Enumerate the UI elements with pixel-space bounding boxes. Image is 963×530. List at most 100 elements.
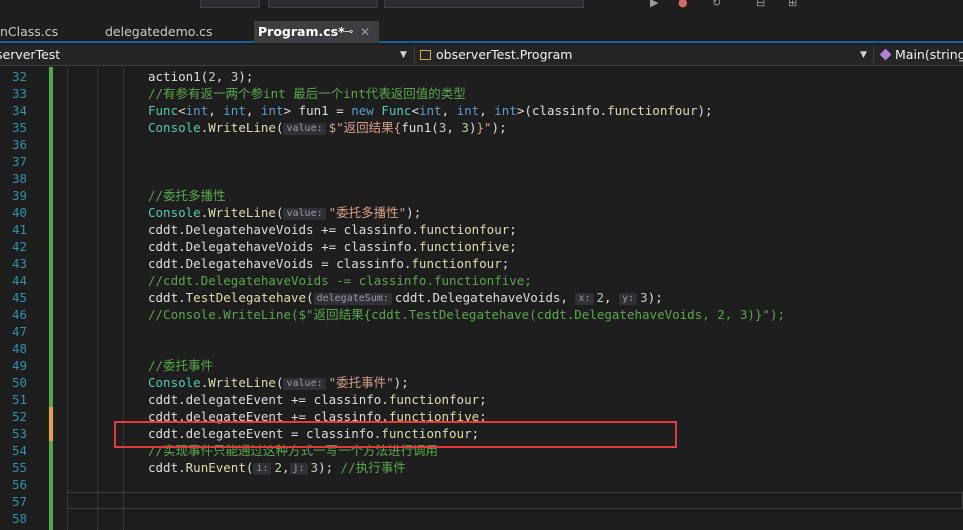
class-name: observerTest.Program [436, 47, 573, 62]
line-number: 52 [11, 409, 27, 424]
code-token: ( [306, 290, 314, 305]
tab-label: nClass.cs [0, 24, 59, 39]
code-token: functionfour [607, 103, 698, 118]
parameter-hint: j: [289, 463, 308, 475]
code-line[interactable]: 32 action1(2, 3); [0, 68, 963, 85]
close-icon[interactable]: ✕ [360, 21, 370, 43]
code-token: new [351, 103, 374, 118]
code-line[interactable]: 49 //委托事件 [0, 357, 963, 374]
code-token: }" [476, 120, 492, 135]
code-token: //有参有返一两个参int 最后一个int代表返回值的类型 [148, 86, 466, 101]
line-number: 51 [11, 392, 27, 407]
chevron-down-icon[interactable]: ▼ [860, 45, 867, 65]
toolbar-dropdown[interactable] [200, 0, 260, 8]
code-token: , [245, 103, 261, 118]
tab-program[interactable]: Program.cs* ⊸ ✕ [254, 21, 379, 43]
code-line[interactable]: 55 cddt.RunEvent(i: 2, j: 3); //执行事件 [0, 459, 963, 476]
code-token: cddt.DelegatehaveVoids += classinfo. [148, 222, 419, 237]
code-text: Console.WriteLine(value: "委托多播性"); [148, 204, 421, 221]
project-dropdown[interactable]: serverTest [0, 45, 406, 65]
nav-divider [414, 47, 415, 63]
code-line[interactable]: 44 //cddt.DelegatehaveVoids -= classinfo.… [0, 272, 963, 289]
code-token: ; [479, 392, 487, 407]
code-line[interactable]: 41 cddt.DelegatehaveVoids += classinfo.fu… [0, 221, 963, 238]
code-editor[interactable]: 32 action1(2, 3); 33//有参有返一两个参int 最后一个int代… [0, 67, 963, 530]
code-token: ); [697, 103, 713, 118]
code-token: action1( [148, 69, 209, 84]
code-token: Func [148, 103, 179, 118]
pin-icon[interactable]: ⊸ [344, 21, 353, 43]
code-token: WriteLine [208, 375, 276, 390]
code-line[interactable]: 39 //委托多播性 [0, 187, 963, 204]
line-number: 50 [11, 375, 27, 390]
code-line[interactable]: 38 [0, 170, 963, 187]
tab-delegatedemo[interactable]: delegatedemo.cs [101, 21, 251, 43]
code-line[interactable]: 58 [0, 510, 963, 527]
tab-nclass[interactable]: nClass.cs [0, 21, 96, 43]
code-text: //Console.WriteLine($"返回结果{cddt.TestDele… [148, 306, 785, 323]
code-token: Console [148, 120, 201, 135]
start-icon[interactable]: ▶ [650, 0, 658, 9]
code-line[interactable]: 51 cddt.delegateEvent += classinfo.functi… [0, 391, 963, 408]
document-tab-bar: nClass.cs delegatedemo.cs Program.cs* ⊸ … [0, 21, 963, 43]
code-line[interactable]: 47 [0, 323, 963, 340]
code-token: $"返回结果{ [328, 120, 402, 135]
code-token: ); [406, 205, 422, 220]
code-token: cddt.DelegatehaveVoids += classinfo. [148, 239, 419, 254]
line-number: 39 [11, 188, 27, 203]
code-line[interactable]: 35 Console.WriteLine(value: $"返回结果{fun1(3,… [0, 119, 963, 136]
line-number: 32 [11, 69, 27, 84]
code-line[interactable]: 48 [0, 340, 963, 357]
code-token: //cddt.DelegatehaveVoids -= classinfo.fu… [148, 273, 532, 288]
code-token: , [281, 460, 290, 475]
code-line[interactable]: 37 [0, 153, 963, 170]
code-line[interactable]: 34 Func<int, int, int> fun1 = new Func<in… [0, 102, 963, 119]
toolbar-dropdown[interactable] [384, 0, 584, 8]
code-token: cddt.DelegatehaveVoids, [394, 290, 576, 305]
line-number: 57 [11, 494, 27, 509]
code-token: < [178, 103, 186, 118]
code-token: > fun1 = [283, 103, 352, 118]
code-token: Console [148, 375, 201, 390]
line-number: 54 [11, 443, 27, 458]
method-icon [879, 48, 892, 61]
stop-icon[interactable]: ● [678, 0, 688, 9]
code-line[interactable]: 42 cddt.DelegatehaveVoids += classinfo.fu… [0, 238, 963, 255]
code-token: , [208, 103, 224, 118]
refresh-icon[interactable]: ↻ [712, 0, 721, 9]
toolbar-icon[interactable]: ⊟ [756, 0, 765, 9]
line-number: 35 [11, 120, 27, 135]
code-line[interactable]: 46 //Console.WriteLine($"返回结果{cddt.TestDe… [0, 306, 963, 323]
line-number: 48 [11, 341, 27, 356]
code-line[interactable]: 36 [0, 136, 963, 153]
parameter-hint: value: [283, 123, 326, 135]
code-text: //有参有返一两个参int 最后一个int代表返回值的类型 [148, 85, 466, 102]
member-dropdown[interactable]: Main(string[ [895, 45, 963, 65]
nav-divider [873, 47, 874, 63]
toolbar-dropdown[interactable] [268, 0, 378, 8]
code-line[interactable]: 43 cddt.DelegatehaveVoids = classinfo.fun… [0, 255, 963, 272]
line-number: 55 [11, 460, 27, 475]
code-text: //委托多播性 [148, 187, 226, 204]
code-line[interactable]: 57 [0, 493, 963, 510]
code-line[interactable]: 45 cddt.TestDelegatehave(delegateSum: cddt… [0, 289, 963, 306]
code-token: int [494, 103, 517, 118]
code-text: //委托事件 [148, 357, 213, 374]
line-number: 49 [11, 358, 27, 373]
code-token: 2 [274, 460, 282, 475]
code-line[interactable]: 40 Console.WriteLine(value: "委托多播性"); [0, 204, 963, 221]
code-token: functionfour [418, 222, 510, 237]
code-token: Console [148, 205, 201, 220]
code-line[interactable]: 50 Console.WriteLine(value: "委托事件"); [0, 374, 963, 391]
chevron-down-icon[interactable]: ▼ [400, 45, 407, 65]
code-token: ); [647, 290, 663, 305]
code-line[interactable]: 33 //有参有返一两个参int 最后一个int代表返回值的类型 [0, 85, 963, 102]
class-dropdown[interactable]: observerTest.Program [436, 45, 856, 65]
code-token: Func [381, 103, 412, 118]
code-token: cddt.DelegatehaveVoids = classinfo. [148, 256, 412, 271]
code-line[interactable]: 56 [0, 476, 963, 493]
toolbar-icon[interactable]: ⊞ [788, 0, 797, 9]
code-token: ; [509, 222, 517, 237]
code-token: 2 [208, 69, 216, 84]
code-token: WriteLine [208, 120, 276, 135]
